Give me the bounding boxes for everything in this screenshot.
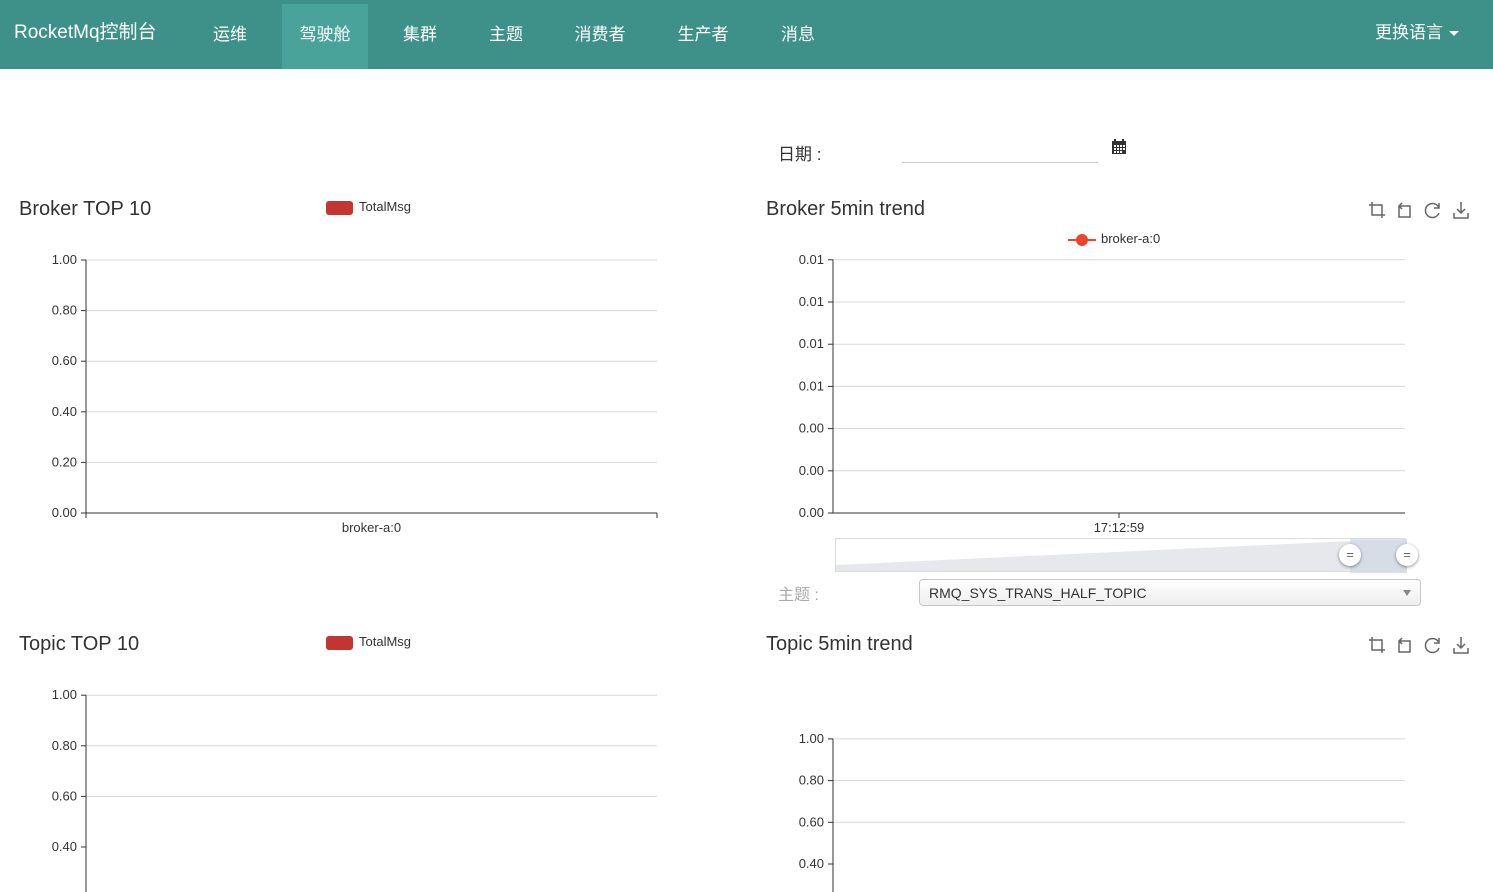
calendar-icon[interactable] xyxy=(1110,138,1128,156)
x-tick-label: broker-a:0 xyxy=(342,520,401,535)
y-tick-label: 0.00 xyxy=(52,505,77,520)
y-tick-label: 0.80 xyxy=(52,738,77,753)
topic-top10-legend[interactable]: TotalMsg xyxy=(326,634,411,650)
broker-trend-title: Broker 5min trend xyxy=(766,198,925,220)
y-tick-label: 0.01 xyxy=(799,294,824,309)
y-tick-label: 0.01 xyxy=(799,336,824,351)
y-tick-label: 0.40 xyxy=(799,856,824,871)
nav-item-consumer[interactable]: 消费者 xyxy=(558,4,642,69)
y-tick-label: 0.00 xyxy=(799,463,824,478)
broker-top10-chart: 0.00 0.20 0.40 0.60 0.80 1.00 broker-a:0 xyxy=(52,252,658,535)
zoom-icon[interactable] xyxy=(1367,635,1387,655)
topic-trend-title: Topic 5min trend xyxy=(766,633,913,655)
zoom-reset-icon[interactable] xyxy=(1395,635,1415,655)
y-tick-label: 0.01 xyxy=(799,378,824,393)
topic-top10-chart: 0.40 0.60 0.80 1.00 xyxy=(52,687,657,892)
topic-trend-toolbox xyxy=(1367,635,1471,655)
broker-top10-legend[interactable]: TotalMsg xyxy=(326,199,411,215)
brand-title[interactable]: RocketMq控制台 xyxy=(14,0,157,69)
date-label: 日期 : xyxy=(778,145,822,164)
topic-trend-chart: 0.40 0.60 0.80 1.00 xyxy=(799,731,1405,892)
language-dropdown[interactable]: 更换语言 xyxy=(1375,0,1459,69)
nav-item-ops[interactable]: 运维 xyxy=(196,4,264,69)
nav-item-producer[interactable]: 生产者 xyxy=(660,4,746,69)
broker-top10-title: Broker TOP 10 xyxy=(19,198,152,220)
y-tick-label: 0.01 xyxy=(799,252,824,267)
nav-item-topic[interactable]: 主题 xyxy=(472,4,540,69)
top-navbar: RocketMq控制台 运维 驾驶舱 集群 主题 消费者 生产者 消息 更换语言 xyxy=(0,0,1493,69)
legend-label: TotalMsg xyxy=(359,634,412,649)
nav-item-message[interactable]: 消息 xyxy=(764,4,832,69)
y-tick-label: 0.80 xyxy=(799,773,824,788)
data-zoom-handle-left[interactable]: = xyxy=(1339,544,1361,566)
save-image-icon[interactable] xyxy=(1451,635,1471,655)
y-tick-label: 0.40 xyxy=(52,404,77,419)
zoom-icon[interactable] xyxy=(1367,200,1387,220)
save-image-icon[interactable] xyxy=(1451,200,1471,220)
data-zoom-handle-right[interactable]: = xyxy=(1396,544,1418,566)
y-tick-label: 0.20 xyxy=(52,454,77,469)
nav-item-cluster[interactable]: 集群 xyxy=(386,4,454,69)
restore-icon[interactable] xyxy=(1423,635,1443,655)
data-zoom-slider[interactable]: = = xyxy=(835,538,1418,573)
date-input[interactable] xyxy=(902,136,1098,163)
broker-trend-chart: 0.00 0.00 0.00 0.01 0.01 0.01 0.01 17:12:59 xyxy=(799,252,1405,535)
legend-label: TotalMsg xyxy=(359,199,412,214)
y-tick-label: 0.60 xyxy=(52,353,77,368)
topic-select[interactable]: RMQ_SYS_TRANS_HALF_TOPIC xyxy=(919,579,1421,606)
y-tick-label: 1.00 xyxy=(52,252,77,267)
y-tick-label: 0.60 xyxy=(52,788,77,803)
dropdown-arrow-icon xyxy=(1403,590,1411,596)
broker-trend-toolbox xyxy=(1367,200,1471,220)
y-tick-label: 0.40 xyxy=(52,839,77,854)
topic-filter-label: 主题 : xyxy=(778,587,819,604)
language-label: 更换语言 xyxy=(1375,23,1443,42)
y-tick-label: 0.00 xyxy=(799,505,824,520)
restore-icon[interactable] xyxy=(1423,200,1443,220)
y-tick-label: 1.00 xyxy=(799,731,824,746)
nav-item-dashboard[interactable]: 驾驶舱 xyxy=(282,4,368,69)
y-tick-label: 0.80 xyxy=(52,303,77,318)
topic-select-value: RMQ_SYS_TRANS_HALF_TOPIC xyxy=(929,585,1147,601)
legend-swatch xyxy=(326,200,353,215)
caret-down-icon xyxy=(1449,31,1459,37)
zoom-reset-icon[interactable] xyxy=(1395,200,1415,220)
y-tick-label: 1.00 xyxy=(52,687,77,702)
y-tick-label: 0.60 xyxy=(799,814,824,829)
topic-top10-title: Topic TOP 10 xyxy=(19,633,140,655)
x-tick-label: 17:12:59 xyxy=(1094,520,1145,535)
data-zoom-shadow xyxy=(836,539,1407,573)
y-tick-label: 0.00 xyxy=(799,421,824,436)
legend-swatch xyxy=(326,635,353,650)
